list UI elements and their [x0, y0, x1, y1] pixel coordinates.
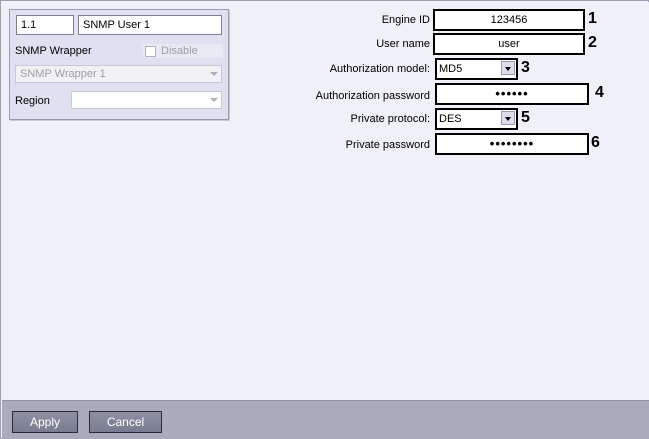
engine-id-input[interactable]: 123456: [433, 9, 585, 31]
disable-checkbox-group[interactable]: Disable: [143, 44, 223, 58]
object-id-field[interactable]: 1.1: [16, 15, 74, 35]
auth-password-label: Authorization password: [315, 90, 430, 102]
action-bar: Apply Cancel: [2, 400, 649, 439]
priv-password-label: Private password: [345, 139, 430, 151]
snmp-wrapper-select[interactable]: SNMP Wrapper 1: [15, 65, 222, 83]
marker-3: 3: [521, 59, 530, 76]
priv-protocol-dropdown-button[interactable]: [501, 111, 515, 125]
snmp-wrapper-value: SNMP Wrapper 1: [20, 68, 106, 80]
auth-model-dropdown-button[interactable]: [501, 61, 515, 75]
region-select[interactable]: [71, 91, 222, 109]
settings-window: 1.1 SNMP User 1 SNMP Wrapper Disable SNM…: [0, 0, 649, 439]
chevron-down-icon: [505, 117, 511, 121]
user-name-label: User name: [376, 38, 430, 50]
marker-1: 1: [588, 10, 597, 27]
engine-id-label: Engine ID: [381, 14, 430, 26]
chevron-down-icon: [505, 67, 511, 71]
priv-protocol-select[interactable]: DES: [435, 108, 518, 130]
marker-4: 4: [595, 84, 604, 101]
marker-2: 2: [588, 34, 597, 51]
user-name-input[interactable]: user: [433, 33, 585, 55]
region-label: Region: [15, 95, 50, 107]
apply-button[interactable]: Apply: [12, 411, 78, 433]
object-name-field[interactable]: SNMP User 1: [78, 15, 222, 35]
main-area: 1.1 SNMP User 1 SNMP Wrapper Disable SNM…: [2, 2, 649, 400]
auth-model-label: Authorization model:: [329, 63, 430, 75]
snmp-wrapper-label: SNMP Wrapper: [15, 45, 92, 57]
object-panel: 1.1 SNMP User 1 SNMP Wrapper Disable SNM…: [9, 9, 229, 120]
priv-password-input[interactable]: ••••••••: [435, 133, 589, 155]
auth-model-value: MD5: [439, 63, 463, 75]
priv-protocol-value: DES: [439, 113, 462, 125]
chevron-down-icon: [210, 98, 218, 102]
priv-protocol-label: Private protocol:: [350, 113, 430, 125]
cancel-button[interactable]: Cancel: [89, 411, 162, 433]
chevron-down-icon: [210, 72, 218, 76]
marker-5: 5: [521, 109, 530, 126]
auth-model-select[interactable]: MD5: [435, 58, 518, 80]
disable-checkbox[interactable]: [145, 45, 156, 57]
marker-6: 6: [591, 134, 600, 151]
auth-password-input[interactable]: ••••••: [435, 83, 589, 105]
disable-label: Disable: [161, 45, 198, 57]
